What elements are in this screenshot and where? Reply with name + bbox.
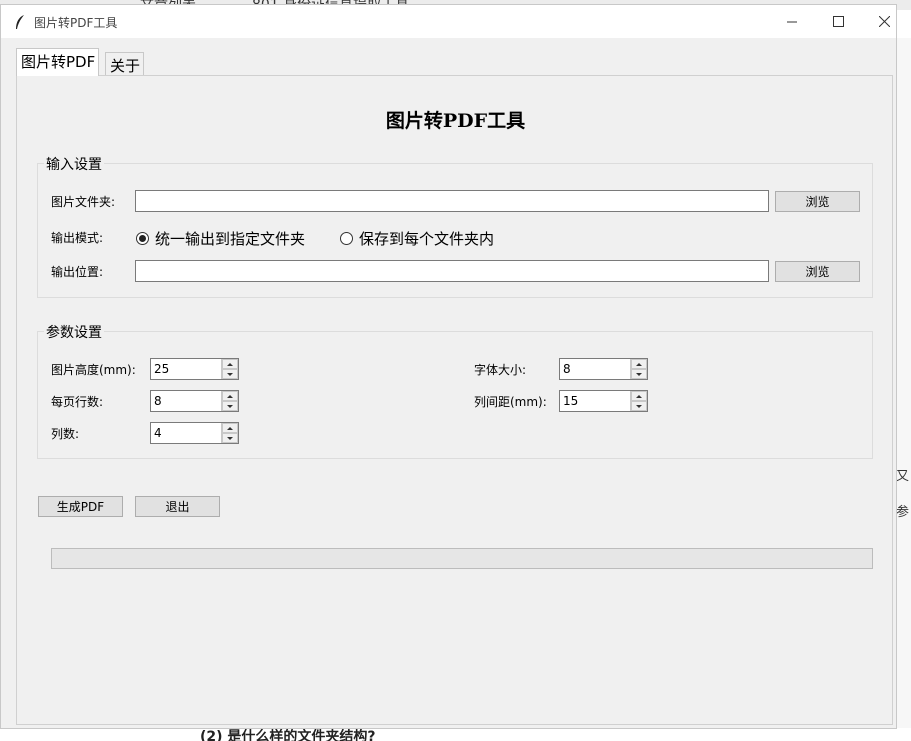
close-icon xyxy=(878,16,890,27)
font-size-label: 字体大小: xyxy=(474,363,527,377)
caret-down-icon xyxy=(227,436,233,440)
close-button[interactable] xyxy=(861,5,907,38)
spin-down-button[interactable] xyxy=(222,433,238,443)
caret-up-icon xyxy=(636,394,642,398)
maximize-button[interactable] xyxy=(815,5,861,38)
columns-label: 列数: xyxy=(51,427,80,441)
caret-up-icon xyxy=(227,394,233,398)
browse-output-button[interactable]: 浏览 xyxy=(775,261,860,282)
radio-checked-icon xyxy=(136,232,149,245)
radio-unified-output[interactable]: 统一输出到指定文件夹 xyxy=(136,228,305,249)
caret-down-icon xyxy=(227,404,233,408)
caret-up-icon xyxy=(636,362,642,366)
caret-down-icon xyxy=(227,372,233,376)
image-height-label: 图片高度(mm): xyxy=(51,363,136,377)
exit-button[interactable]: 退出 xyxy=(135,496,220,517)
rows-per-page-value: 8 xyxy=(154,394,162,408)
param-settings-legend: 参数设置 xyxy=(44,322,104,342)
spin-down-button[interactable] xyxy=(222,369,238,379)
image-height-value: 25 xyxy=(154,362,170,376)
caret-up-icon xyxy=(227,362,233,366)
browse-folder-button[interactable]: 浏览 xyxy=(775,191,860,212)
font-size-spinbox[interactable]: 8 xyxy=(559,358,648,380)
output-location-input[interactable] xyxy=(135,260,769,282)
minimize-button[interactable] xyxy=(769,5,815,38)
radio-unified-output-label: 统一输出到指定文件夹 xyxy=(155,230,306,248)
spin-up-button[interactable] xyxy=(222,423,238,433)
columns-spinbox[interactable]: 4 xyxy=(150,422,239,444)
feather-icon xyxy=(16,15,24,29)
background-text: 参 xyxy=(896,505,910,520)
spin-up-button[interactable] xyxy=(631,391,647,401)
columns-value: 4 xyxy=(154,426,162,440)
app-window: 图片转PDF工具 图片转PDF 关于 图片转PDF工具 输入设置 图片文件夹: … xyxy=(0,4,897,729)
column-gap-spinbox[interactable]: 15 xyxy=(559,390,648,412)
caret-down-icon xyxy=(636,404,642,408)
input-settings-group: 输入设置 图片文件夹: 浏览 输出模式: 统一输出到指定文件夹 保存到每个文件夹… xyxy=(37,154,873,298)
radio-save-in-folder[interactable]: 保存到每个文件夹内 xyxy=(340,228,494,249)
radio-unchecked-icon xyxy=(340,232,353,245)
background-text: 又 xyxy=(896,469,910,484)
spin-up-button[interactable] xyxy=(222,359,238,369)
font-size-value: 8 xyxy=(563,362,571,376)
generate-pdf-button[interactable]: 生成PDF xyxy=(38,496,123,517)
tab-image-to-pdf[interactable]: 图片转PDF xyxy=(16,48,100,76)
maximize-icon xyxy=(832,16,844,27)
window-title: 图片转PDF工具 xyxy=(34,16,118,30)
background-window-bottom: (2) 是什么样的文件夹结构? xyxy=(0,728,911,741)
spin-up-button[interactable] xyxy=(631,359,647,369)
column-gap-value: 15 xyxy=(563,394,579,408)
title-bar[interactable]: 图片转PDF工具 xyxy=(1,5,896,38)
tab-about[interactable]: 关于 xyxy=(105,52,145,76)
image-folder-input[interactable] xyxy=(135,190,769,212)
spin-down-button[interactable] xyxy=(631,369,647,379)
caret-up-icon xyxy=(227,426,233,430)
caret-down-icon xyxy=(636,372,642,376)
minimize-icon xyxy=(786,21,797,23)
output-location-label: 输出位置: xyxy=(51,265,104,279)
param-settings-group: 参数设置 图片高度(mm): 25 每页行数: 8 列数: 4 字体大小: 8 … xyxy=(37,322,873,459)
output-mode-label: 输出模式: xyxy=(51,231,104,245)
column-gap-label: 列间距(mm): xyxy=(474,395,547,409)
rows-per-page-spinbox[interactable]: 8 xyxy=(150,390,239,412)
background-text: (2) 是什么样的文件夹结构? xyxy=(200,729,376,741)
input-settings-legend: 输入设置 xyxy=(44,154,104,174)
spin-down-button[interactable] xyxy=(631,401,647,411)
page-title: 图片转PDF工具 xyxy=(385,110,526,132)
progress-bar xyxy=(51,548,873,569)
radio-save-in-folder-label: 保存到每个文件夹内 xyxy=(359,230,495,248)
spin-down-button[interactable] xyxy=(222,401,238,411)
image-height-spinbox[interactable]: 25 xyxy=(150,358,239,380)
spin-up-button[interactable] xyxy=(222,391,238,401)
tab-panel: 图片转PDF工具 输入设置 图片文件夹: 浏览 输出模式: 统一输出到指定文件夹… xyxy=(16,75,893,725)
image-folder-label: 图片文件夹: xyxy=(51,195,116,209)
rows-per-page-label: 每页行数: xyxy=(51,395,104,409)
